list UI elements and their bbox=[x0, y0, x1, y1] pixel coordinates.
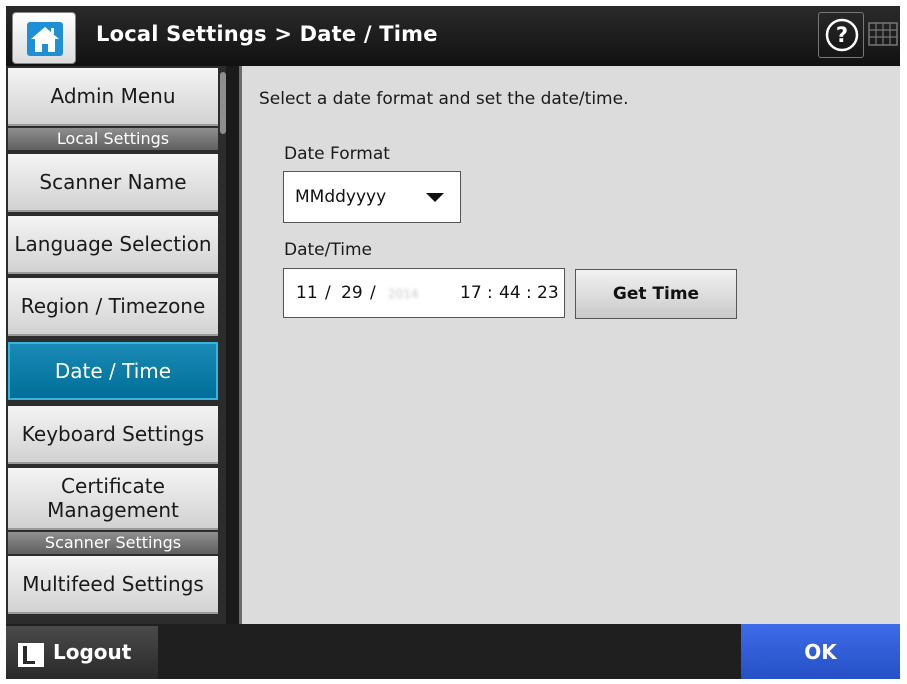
footer-bar: Logout OK bbox=[6, 624, 900, 679]
time-separator: : bbox=[526, 283, 532, 303]
sidebar-item-admin-menu[interactable]: Admin Menu bbox=[8, 68, 218, 126]
date-separator: / bbox=[370, 283, 376, 303]
home-icon bbox=[27, 22, 63, 56]
sidebar-item-scanner-name[interactable]: Scanner Name bbox=[8, 154, 218, 212]
sidebar-nav: Admin Menu Local Settings Scanner Name L… bbox=[6, 66, 226, 624]
date-time-label: Date/Time bbox=[284, 240, 372, 260]
hour-field[interactable]: 17 bbox=[460, 283, 482, 303]
sidebar-item-date-time[interactable]: Date / Time bbox=[8, 342, 218, 400]
sidebar-item-region-timezone[interactable]: Region / Timezone bbox=[8, 278, 218, 336]
settings-panel: Select a date format and set the date/ti… bbox=[239, 66, 900, 624]
keyboard-icon[interactable] bbox=[868, 22, 898, 46]
sidebar-item-language-selection[interactable]: Language Selection bbox=[8, 216, 218, 274]
logout-button[interactable]: Logout bbox=[6, 626, 158, 679]
sidebar-item-multifeed-settings[interactable]: Multifeed Settings bbox=[8, 556, 218, 614]
sidebar-scrollbar[interactable] bbox=[219, 66, 226, 624]
minute-field[interactable]: 44 bbox=[499, 283, 521, 303]
month-field[interactable]: 11 bbox=[296, 283, 318, 303]
date-format-value: MMddyyyy bbox=[295, 187, 387, 207]
date-format-select[interactable]: MMddyyyy bbox=[283, 171, 461, 223]
sidebar-item-keyboard-settings[interactable]: Keyboard Settings bbox=[8, 406, 218, 464]
section-header-local-settings: Local Settings bbox=[8, 128, 218, 150]
second-field[interactable]: 23 bbox=[537, 283, 559, 303]
instruction-text: Select a date format and set the date/ti… bbox=[259, 89, 629, 109]
scrollbar-thumb[interactable] bbox=[220, 72, 226, 134]
date-separator: / bbox=[325, 283, 331, 303]
logout-icon bbox=[18, 643, 44, 667]
year-field[interactable]: 2014 bbox=[388, 287, 419, 301]
chevron-down-icon bbox=[426, 193, 444, 202]
date-format-label: Date Format bbox=[284, 144, 390, 164]
date-time-field[interactable]: 11 / 29 / 2014 17 : 44 : 23 bbox=[283, 268, 565, 318]
app-frame: Local Settings > Date / Time ? Admin Men… bbox=[6, 6, 900, 679]
help-button[interactable]: ? bbox=[818, 12, 864, 58]
ok-button[interactable]: OK bbox=[741, 624, 900, 679]
help-icon: ? bbox=[825, 18, 859, 52]
sidebar-item-certificate-management[interactable]: Certificate Management bbox=[8, 468, 218, 530]
get-time-button[interactable]: Get Time bbox=[575, 269, 737, 319]
day-field[interactable]: 29 bbox=[341, 283, 363, 303]
svg-text:?: ? bbox=[836, 23, 848, 47]
header-bar: Local Settings > Date / Time ? bbox=[6, 6, 900, 66]
page-title: Local Settings > Date / Time bbox=[96, 22, 438, 46]
home-button[interactable] bbox=[12, 12, 76, 64]
logout-label: Logout bbox=[53, 640, 132, 664]
section-header-scanner-settings: Scanner Settings bbox=[8, 532, 218, 554]
time-separator: : bbox=[487, 283, 493, 303]
